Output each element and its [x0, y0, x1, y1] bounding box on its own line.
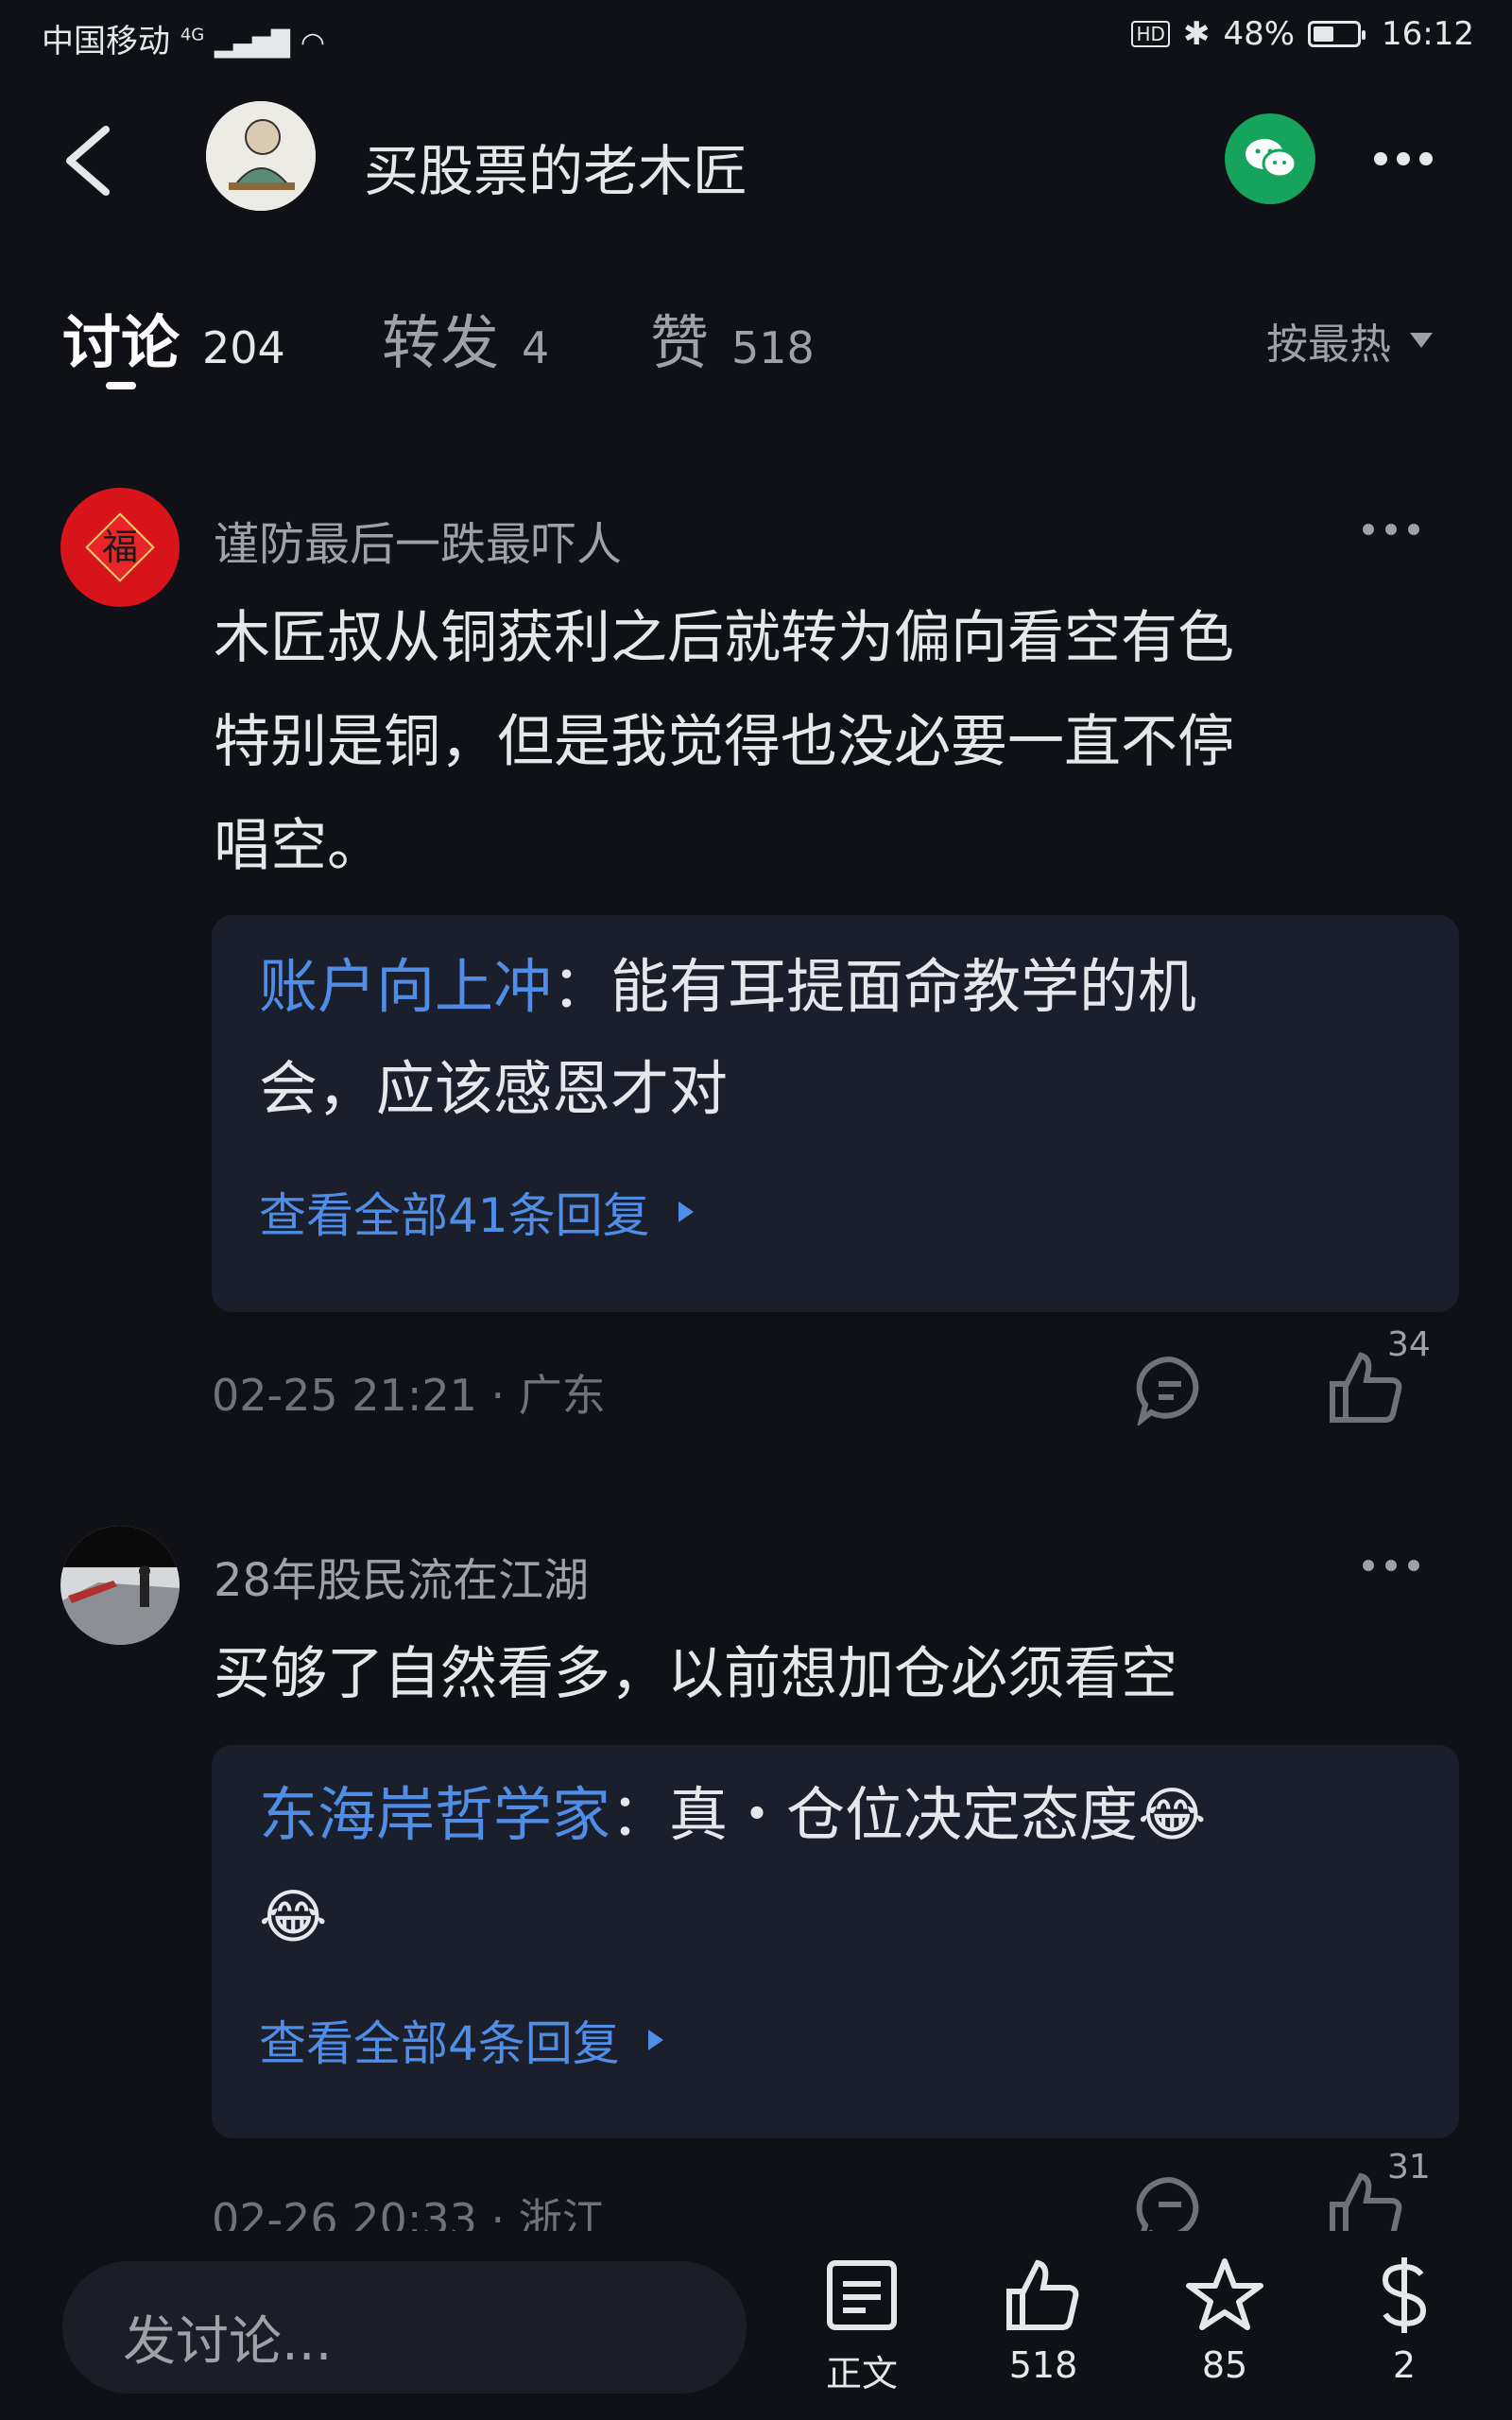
wechat-share-button[interactable]	[1225, 113, 1315, 204]
active-tab-indicator	[106, 382, 136, 389]
battery-percent: 48%	[1223, 15, 1296, 53]
favorite-button[interactable]: 85	[1159, 2256, 1291, 2386]
like-count: 31	[1387, 2148, 1431, 2187]
view-all-replies-link[interactable]: 查看全部41条回复	[259, 1178, 694, 1246]
reply-author[interactable]: 东海岸哲学家	[259, 1780, 610, 1849]
comment-username[interactable]: 28年股民流在江湖	[214, 1543, 589, 1609]
reply-text: 真・仓位决定态度😂	[669, 1780, 1207, 1849]
page-title: 买股票的老木匠	[364, 139, 748, 203]
dollar-icon	[1382, 2257, 1427, 2333]
carrier-label: 中国移动	[42, 23, 170, 60]
comment-text: 买够了自然看多，以前想加仓必须看空	[214, 1641, 1177, 1707]
battery-icon	[1308, 21, 1366, 47]
more-dot-icon	[1363, 1560, 1374, 1571]
triangle-right-icon	[647, 2030, 663, 2050]
comment-date: 02-25 21:21	[212, 1370, 477, 1421]
author-avatar[interactable]	[206, 101, 316, 211]
svg-text:福: 福	[102, 527, 138, 568]
comment-avatar[interactable]	[60, 1526, 180, 1645]
reply-preview[interactable]: 账户向上冲：能有耳提面命教学的机 会，应该感恩才对 查看全部41条回复	[212, 915, 1459, 1312]
like-article-button[interactable]: 518	[977, 2256, 1109, 2386]
comment-more-button[interactable]	[1363, 1556, 1427, 1575]
chevron-left-icon	[66, 126, 110, 196]
tab-discussion[interactable]: 讨论 204	[62, 295, 285, 380]
comment-more-button[interactable]	[1363, 520, 1427, 539]
reply-button[interactable]	[1134, 1354, 1206, 1429]
view-all-replies-link[interactable]: 查看全部4条回复	[259, 2006, 663, 2074]
comment-bubble-icon	[1136, 1356, 1199, 1427]
old-carpenter-avatar-icon	[206, 101, 316, 211]
wifi-icon: ◠	[300, 26, 326, 60]
fu-character-avatar-icon: 福	[60, 488, 180, 607]
bluetooth-icon: ✱	[1182, 15, 1211, 53]
wechat-icon	[1246, 139, 1297, 179]
status-bar: 中国移动 4G ▂▄▆█ ◠ HD ✱ 48% 16:12	[0, 0, 1512, 76]
hd-icon: HD	[1131, 21, 1170, 47]
clock: 16:12	[1382, 15, 1474, 53]
reply-author[interactable]: 账户向上冲	[259, 952, 552, 1021]
discussion-input-placeholder[interactable]: 发讨论...	[123, 2299, 332, 2376]
article-button[interactable]: 正文	[796, 2256, 928, 2396]
more-dot-icon	[1374, 152, 1387, 165]
comment-avatar[interactable]: 福	[60, 488, 180, 607]
comment-username[interactable]: 谨防最后一跌最吓人	[214, 507, 622, 573]
photo-avatar-icon	[60, 1526, 180, 1645]
tab-likes[interactable]: 赞 518	[650, 295, 815, 380]
tip-button[interactable]: 2	[1338, 2256, 1470, 2386]
back-button[interactable]	[57, 118, 123, 203]
sort-dropdown[interactable]: 按最热	[1266, 310, 1433, 371]
reply-text: 能有耳提面命教学的机	[610, 952, 1197, 1021]
more-dot-icon	[1363, 524, 1374, 535]
signal-icon: ▂▄▆█	[215, 30, 291, 59]
reply-preview[interactable]: 东海岸哲学家：真・仓位决定态度😂 😂 查看全部4条回复	[212, 1745, 1459, 2138]
comment-meta: 02-25 21:21 · 广东	[212, 1370, 606, 1421]
thumbs-up-icon	[1006, 2259, 1079, 2330]
document-icon	[827, 2260, 897, 2330]
caret-down-icon	[1410, 333, 1433, 348]
star-icon	[1186, 2258, 1263, 2330]
like-count: 34	[1387, 1325, 1431, 1364]
comment-text: 木匠叔从铜获利之后就转为偏向看空有色 特别是铜，但是我觉得也没必要一直不停 唱空…	[214, 605, 1234, 879]
triangle-right-icon	[678, 1201, 694, 1222]
network-label: 4G	[180, 25, 205, 45]
more-options-button[interactable]	[1374, 140, 1450, 178]
tab-reposts[interactable]: 转发 4	[382, 295, 549, 380]
comment-location: 广东	[518, 1370, 606, 1421]
